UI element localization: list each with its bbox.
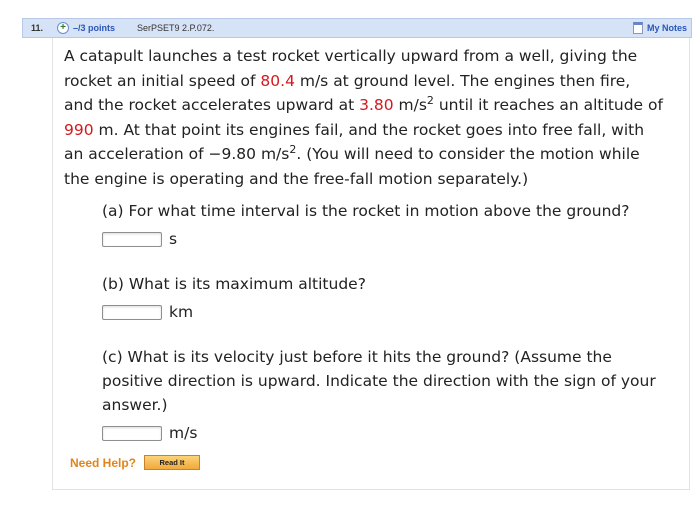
part-b-unit: km (169, 303, 194, 321)
problem-line: an acceleration of −9.80 m/s2. (You will… (64, 142, 640, 163)
part-b-question: (b) What is its maximum altitude? (102, 275, 366, 293)
part-a-answer-row: s (102, 230, 177, 248)
initial-speed-value: 80.4 (260, 71, 295, 90)
part-a-unit: s (169, 230, 178, 248)
part-c-answer-input[interactable] (102, 425, 162, 441)
problem-line: the engine is operating and the free-fal… (64, 169, 529, 188)
plus-icon[interactable]: + (57, 22, 69, 34)
problem-line: rocket an initial speed of 80.4 m/s at g… (64, 71, 631, 90)
problem-line: A catapult launches a test rocket vertic… (64, 47, 638, 65)
my-notes-label: My Notes (646, 23, 687, 33)
part-c-answer-row: m/s (102, 424, 197, 442)
part-a-question: (a) For what time interval is the rocket… (102, 202, 630, 220)
part-c-line: (c) What is its velocity just before it … (102, 348, 612, 366)
points-label: –/3 points (73, 23, 116, 33)
part-a-answer-input[interactable] (102, 231, 162, 247)
part-c-line: answer.) (102, 396, 168, 414)
part-b-answer-input[interactable] (102, 304, 162, 320)
problem-line: 990 m. At that point its engines fail, a… (64, 120, 645, 139)
my-notes-button[interactable]: My Notes (632, 22, 687, 34)
read-it-button[interactable]: Read It (144, 455, 201, 470)
part-b-answer-row: km (102, 303, 193, 321)
problem-line: and the rocket accelerates upward at 3.8… (64, 93, 663, 114)
problem-statement: A catapult launches a test rocket vertic… (64, 44, 684, 191)
notes-icon (632, 22, 643, 34)
problem-source: SerPSET9 2.P.072. (137, 23, 215, 33)
question-number: 11. (31, 23, 44, 33)
altitude-value: 990 (64, 120, 94, 139)
question-header: 11. + –/3 points SerPSET9 2.P.072. My No… (22, 18, 692, 38)
part-c-line: positive direction is upward. Indicate t… (102, 372, 656, 390)
need-help-section: Need Help? Read It (70, 455, 201, 470)
part-c-unit: m/s (169, 424, 198, 442)
part-c-question: (c) What is its velocity just before it … (102, 345, 656, 417)
need-help-label: Need Help? (70, 455, 137, 470)
acceleration-value: 3.80 (359, 96, 394, 114)
